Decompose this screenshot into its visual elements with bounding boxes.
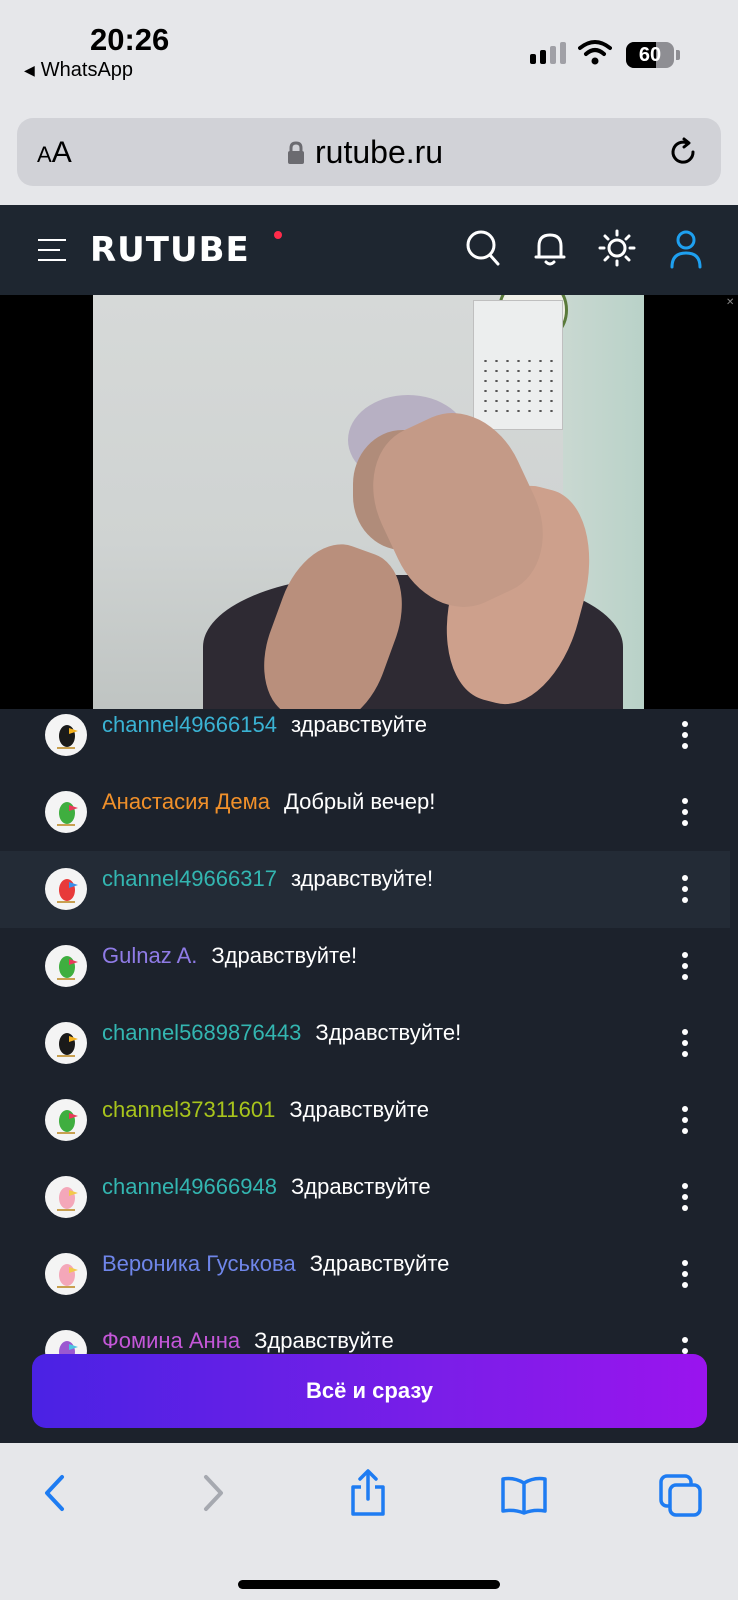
bird-avatar-icon — [45, 1099, 87, 1141]
bird-avatar-icon — [45, 868, 87, 910]
chat-text: Добрый вечер! — [283, 789, 436, 814]
chat-username[interactable]: Анастасия Дема — [102, 789, 270, 814]
message-more-icon[interactable] — [682, 1260, 688, 1288]
reader-options-button[interactable]: AA — [37, 136, 72, 170]
chat-message-content: Фомина Анна Здравствуйте — [102, 1328, 394, 1354]
battery-level: 60 — [638, 44, 662, 66]
fullscreen-icon[interactable]: ✕ — [726, 297, 734, 308]
profile-icon[interactable] — [670, 229, 702, 269]
bird-avatar-icon — [45, 1022, 87, 1064]
message-more-icon[interactable] — [682, 952, 688, 980]
url-text: rutube.ru — [315, 134, 444, 170]
chat-text: Здравствуйте! — [211, 943, 358, 968]
chat-message-content: channel5689876443 Здравствуйте! — [102, 1020, 461, 1046]
chat-message: channel37311601 Здравствуйте — [0, 1082, 730, 1159]
chat-text: Здравствуйте — [290, 1174, 431, 1199]
back-icon[interactable] — [42, 1473, 68, 1513]
chat-username[interactable]: Фомина Анна — [102, 1328, 240, 1353]
status-time: 20:26 — [90, 22, 170, 57]
cellular-signal-icon — [530, 42, 566, 64]
share-icon[interactable] — [348, 1469, 388, 1517]
back-app-label: WhatsApp — [40, 59, 134, 81]
chat-username[interactable]: Вероника Гуськова — [102, 1251, 296, 1276]
chat-username[interactable]: channel49666948 — [102, 1174, 277, 1199]
chat-message-content: Вероника Гуськова Здравствуйте — [102, 1251, 449, 1277]
forward-icon[interactable] — [200, 1473, 226, 1513]
bookmarks-icon[interactable] — [500, 1475, 548, 1515]
chat-message: Вероника Гуськова Здравствуйте — [0, 1236, 730, 1313]
chat-username[interactable]: channel49666154 — [102, 712, 277, 737]
reload-icon[interactable] — [667, 136, 699, 168]
wifi-icon — [578, 40, 612, 65]
bird-avatar-icon — [45, 791, 87, 833]
back-triangle-icon: ◀ — [24, 62, 35, 78]
ios-top-chrome: 20:26 ◀ WhatsApp 60 AA rutube.ru — [0, 0, 738, 205]
chat-text: Здравствуйте! — [315, 1020, 462, 1045]
rutube-logo[interactable]: RUTUBE — [90, 230, 250, 270]
chat-message: channel5689876443 Здравствуйте! — [0, 1005, 730, 1082]
tabs-icon[interactable] — [658, 1473, 704, 1519]
site-header: RUTUBE — [0, 205, 738, 295]
lock-icon — [288, 140, 304, 164]
message-more-icon[interactable] — [682, 875, 688, 903]
message-more-icon[interactable] — [682, 1106, 688, 1134]
search-icon[interactable] — [465, 229, 501, 267]
chat-text: Здравствуйте — [289, 1097, 429, 1122]
chat-message-content: channel49666154 здравствуйте — [102, 712, 427, 738]
chat-username[interactable]: channel5689876443 — [102, 1020, 301, 1045]
chat-message: channel49666154 здравствуйте — [0, 709, 730, 774]
battery-icon: 60 — [626, 42, 674, 68]
live-chat: channel49666154 здравствуйте Анастасия Дем… — [0, 709, 738, 1400]
message-more-icon[interactable] — [682, 798, 688, 826]
chat-message-content: Gulnaz A. Здравствуйте! — [102, 943, 357, 969]
video-player[interactable]: ✕ — [0, 295, 738, 709]
chat-username[interactable]: channel49666317 — [102, 866, 277, 891]
back-to-app-link[interactable]: ◀ WhatsApp — [24, 59, 133, 82]
chat-text: здравствуйте — [290, 712, 427, 737]
chat-message: Анастасия Дема Добрый вечер! — [0, 774, 730, 851]
chat-username[interactable]: Gulnaz A. — [102, 943, 197, 968]
home-indicator — [238, 1580, 500, 1589]
wall-calendar — [473, 300, 563, 430]
message-more-icon[interactable] — [682, 721, 688, 749]
chat-message-content: channel37311601 Здравствуйте — [102, 1097, 429, 1123]
chat-message: channel49666948 Здравствуйте — [0, 1159, 730, 1236]
address-bar[interactable]: AA rutube.ru — [17, 118, 721, 186]
theme-toggle-icon[interactable] — [598, 229, 636, 267]
browser-toolbar — [0, 1443, 738, 1600]
chat-message-content: Анастасия Дема Добрый вечер! — [102, 789, 435, 815]
chat-text: Здравствуйте — [254, 1328, 394, 1353]
message-more-icon[interactable] — [682, 1029, 688, 1057]
chat-message-content: channel49666948 Здравствуйте — [102, 1174, 431, 1200]
bird-avatar-icon — [45, 714, 87, 756]
bird-avatar-icon — [45, 1253, 87, 1295]
chat-message: Gulnaz A. Здравствуйте! — [0, 928, 730, 1005]
chat-message: channel49666317 здравствуйте! — [0, 851, 730, 928]
chat-text: Здравствуйте — [309, 1251, 450, 1276]
chat-message-content: channel49666317 здравствуйте! — [102, 866, 433, 892]
chat-username[interactable]: channel37311601 — [102, 1097, 275, 1122]
logo-dot — [274, 231, 282, 239]
video-frame — [93, 295, 644, 709]
bird-avatar-icon — [45, 1176, 87, 1218]
bell-icon[interactable] — [534, 229, 566, 267]
menu-icon[interactable] — [38, 238, 66, 262]
message-more-icon[interactable] — [682, 1183, 688, 1211]
bird-avatar-icon — [45, 945, 87, 987]
chat-text: здравствуйте! — [290, 866, 434, 891]
all-at-once-button[interactable]: Всё и сразу — [32, 1354, 707, 1428]
